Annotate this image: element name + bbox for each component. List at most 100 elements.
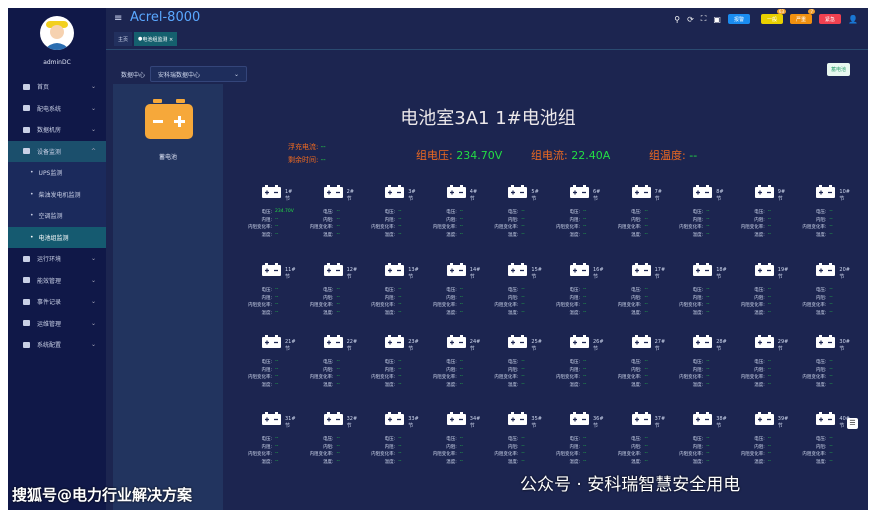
- battery-cell[interactable]: 13#节 电压: -- 内阻: -- 内阻变化率: -- 温度: --: [355, 260, 419, 336]
- cell-row: 电压: --: [294, 436, 356, 442]
- cell-field-label: 电压:: [261, 288, 272, 293]
- tab-battery[interactable]: ● 电池组监测 ×: [134, 32, 178, 46]
- cell-row: 电压: --: [786, 287, 848, 293]
- user-icon[interactable]: 👤: [848, 15, 858, 24]
- cell-row: 内阻: --: [725, 444, 787, 450]
- cell-field-value: --: [583, 451, 587, 456]
- alarm-badge[interactable]: 报警: [727, 14, 750, 24]
- battery-cell[interactable]: 33#节 电压: -- 内阻: -- 内阻变化率: -- 温度: --: [355, 409, 419, 485]
- battery-button[interactable]: 蓄电池: [826, 63, 850, 76]
- cell-field-label: 内阻变化率:: [371, 225, 396, 230]
- battery-cell-icon: [570, 185, 589, 198]
- header-tools: ⚲ ⟳ ⛶ ▣ 报警 一般 63 严重 7 紧急 👤: [674, 9, 858, 24]
- cell-field-label: 内阻变化率:: [432, 225, 457, 230]
- battery-cell[interactable]: 31#节 电压: -- 内阻: -- 内阻变化率: -- 温度: --: [232, 409, 296, 485]
- battery-cell[interactable]: 2#节 电压: -- 内阻: -- 内阻变化率: -- 温度: --: [294, 182, 356, 258]
- fullscreen-icon[interactable]: ⛶: [701, 14, 707, 24]
- cell-row: 内阻变化率: --: [540, 224, 602, 230]
- sidebar-item-power[interactable]: 配电系统 ⌄: [8, 98, 106, 120]
- sidebar-subitem-generator[interactable]: 柴油发电机监测: [8, 184, 106, 206]
- cell-field-value: --: [336, 224, 340, 229]
- battery-cell[interactable]: 9#节 电压: -- 内阻: -- 内阻变化率: -- 温度: --: [725, 182, 787, 258]
- cell-field-label: 内阻:: [446, 295, 457, 301]
- sidebar-item-energy[interactable]: 能效管理 ⌄: [8, 270, 106, 292]
- cell-field-label: 温度:: [323, 310, 334, 316]
- battery-cell[interactable]: 34#节 电压: -- 内阻: -- 内阻变化率: -- 温度: --: [417, 409, 480, 485]
- datacenter-select[interactable]: 安科瑞数据中心 ⌄: [150, 66, 248, 82]
- battery-cell[interactable]: 7#节 电压: -- 内阻: -- 内阻变化率: -- 温度: --: [602, 182, 664, 258]
- sidebar-item-environment[interactable]: 运行环境 ⌄: [8, 248, 106, 270]
- battery-cell[interactable]: 4#节 电压: -- 内阻: -- 内阻变化率: -- 温度: --: [417, 182, 479, 258]
- menu-toggle-icon[interactable]: ≡: [114, 13, 122, 24]
- battery-cell[interactable]: 18#节 电压: -- 内阻: -- 内阻变化率: -- 温度: --: [663, 260, 727, 336]
- sidebar-item-ops[interactable]: 运维管理 ⌄: [8, 313, 106, 335]
- cell-field-label: 温度:: [323, 382, 334, 388]
- cell-row: 内阻变化率: --: [786, 374, 848, 380]
- battery-cell[interactable]: 25#节 电压: -- 内阻: -- 内阻变化率: -- 温度: --: [478, 332, 542, 408]
- battery-cell[interactable]: 15#节 电压: -- 内阻: -- 内阻变化率: -- 温度: --: [478, 260, 542, 336]
- cell-row: 温度: --: [478, 459, 540, 465]
- battery-cell[interactable]: 1#节 电压: 234.70V 内阻: -- 内阻变化率: -- 温度: --: [232, 182, 294, 258]
- serious-badge[interactable]: 严重 7: [790, 9, 816, 24]
- cell-field-label: 内阻:: [507, 444, 519, 450]
- general-badge[interactable]: 一般 63: [760, 9, 786, 24]
- battery-cell[interactable]: 24#节 电压: -- 内阻: -- 内阻变化率: -- 温度: --: [417, 332, 480, 408]
- battery-cell[interactable]: 30#节 电压: -- 内阻: -- 内阻变化率: -- 温度: --: [786, 332, 850, 408]
- avatar[interactable]: [40, 16, 74, 50]
- sidebar-subitem-ups[interactable]: UPS监测: [8, 162, 106, 184]
- cell-row: 内阻: --: [417, 444, 479, 450]
- battery-cell[interactable]: 40#节 电压: -- 内阻: -- 内阻变化率: -- 温度: --: [786, 409, 850, 485]
- battery-cell[interactable]: 26#节 电压: -- 内阻: -- 内阻变化率: -- 温度: --: [540, 332, 604, 408]
- battery-cell[interactable]: 28#节 电压: -- 内阻: -- 内阻变化率: -- 温度: --: [663, 332, 727, 408]
- cell-field-label: 内阻:: [261, 217, 272, 223]
- cell-field-value: --: [275, 302, 279, 307]
- cell-row: 内阻: --: [478, 295, 540, 301]
- settings-float-icon[interactable]: ☰: [847, 418, 858, 429]
- battery-cell[interactable]: 21#节 电压: -- 内阻: -- 内阻变化率: -- 温度: --: [232, 332, 296, 408]
- battery-cell[interactable]: 16#节 电压: -- 内阻: -- 内阻变化率: -- 温度: --: [540, 260, 604, 336]
- battery-cell[interactable]: 23#节 电压: -- 内阻: -- 内阻变化率: -- 温度: --: [355, 332, 419, 408]
- sidebar-item-datacenter[interactable]: 数据机房 ⌄: [8, 119, 106, 141]
- search-icon[interactable]: ⚲: [674, 15, 680, 24]
- battery-cell-icon: [262, 185, 281, 198]
- battery-icon[interactable]: [145, 99, 193, 139]
- urgent-badge[interactable]: 紧急: [819, 14, 842, 24]
- cell-field-label: 内阻:: [631, 217, 642, 223]
- sidebar-item-home[interactable]: 首页 ⌄: [8, 76, 106, 98]
- cell-field-value: --: [275, 231, 279, 237]
- cell-field-label: 内阻:: [446, 444, 457, 450]
- battery-cell[interactable]: 10#节 电压: -- 内阻: -- 内阻变化率: -- 温度: --: [786, 182, 850, 258]
- battery-cell[interactable]: 19#节 电压: -- 内阻: -- 内阻变化率: -- 温度: --: [725, 260, 788, 336]
- battery-cell[interactable]: 5#节 电压: -- 内阻: -- 内阻变化率: -- 温度: --: [478, 182, 540, 258]
- translate-icon[interactable]: ▣: [713, 15, 721, 24]
- battery-cell[interactable]: 32#节 电压: -- 内阻: -- 内阻变化率: -- 温度: --: [294, 409, 357, 485]
- cell-row: 电压: --: [355, 287, 417, 293]
- page-title: 电池室3A1 1#电池组: [400, 108, 576, 129]
- sidebar-item-device-monitor[interactable]: 设备监测 ^: [8, 140, 106, 162]
- battery-cell[interactable]: 8#节 电压: -- 内阻: -- 内阻变化率: -- 温度: --: [663, 182, 725, 258]
- tab-home[interactable]: 主页: [114, 32, 133, 46]
- sidebar-subitem-aircon[interactable]: 空调监测: [8, 205, 106, 227]
- sidebar-item-events[interactable]: 事件记录 ⌄: [8, 291, 106, 313]
- battery-cell[interactable]: 29#节 电压: -- 内阻: -- 内阻变化率: -- 温度: --: [725, 332, 788, 408]
- refresh-icon[interactable]: ⟳: [687, 15, 694, 24]
- sidebar-subitem-battery[interactable]: 电池组监测: [8, 226, 106, 248]
- battery-cell[interactable]: 11#节 电压: -- 内阻: -- 内阻变化率: -- 温度: --: [232, 260, 296, 336]
- cell-row: 内阻变化率: --: [725, 224, 787, 230]
- battery-cell[interactable]: 6#节 电压: -- 内阻: -- 内阻变化率: -- 温度: --: [540, 182, 602, 258]
- cell-field-value: --: [829, 451, 833, 456]
- battery-cell[interactable]: 3#节 电压: -- 内阻: -- 内阻变化率: -- 温度: --: [355, 182, 417, 258]
- battery-cell[interactable]: 27#节 电压: -- 内阻: -- 内阻变化率: -- 温度: --: [602, 332, 665, 408]
- battery-cell[interactable]: 17#节 电压: -- 内阻: -- 内阻变化率: -- 温度: --: [602, 260, 665, 336]
- battery-cell[interactable]: 20#节 电压: -- 内阻: -- 内阻变化率: -- 温度: --: [786, 260, 850, 336]
- cell-field-label: 内阻:: [692, 217, 704, 223]
- battery-cell[interactable]: 12#节 电压: -- 内阻: -- 内阻变化率: -- 温度: --: [294, 260, 357, 336]
- value: --: [689, 149, 698, 162]
- sidebar-item-config[interactable]: 系统配置 ⌄: [8, 334, 106, 356]
- cell-row: 温度: --: [417, 382, 479, 388]
- battery-cell[interactable]: 14#节 电压: -- 内阻: -- 内阻变化率: -- 温度: --: [417, 260, 480, 336]
- cell-field-label: 内阻:: [754, 444, 765, 450]
- cell-row: 电压: --: [725, 359, 787, 365]
- cell-field-value: --: [336, 359, 340, 364]
- battery-cell[interactable]: 22#节 电压: -- 内阻: -- 内阻变化率: -- 温度: --: [294, 332, 357, 408]
